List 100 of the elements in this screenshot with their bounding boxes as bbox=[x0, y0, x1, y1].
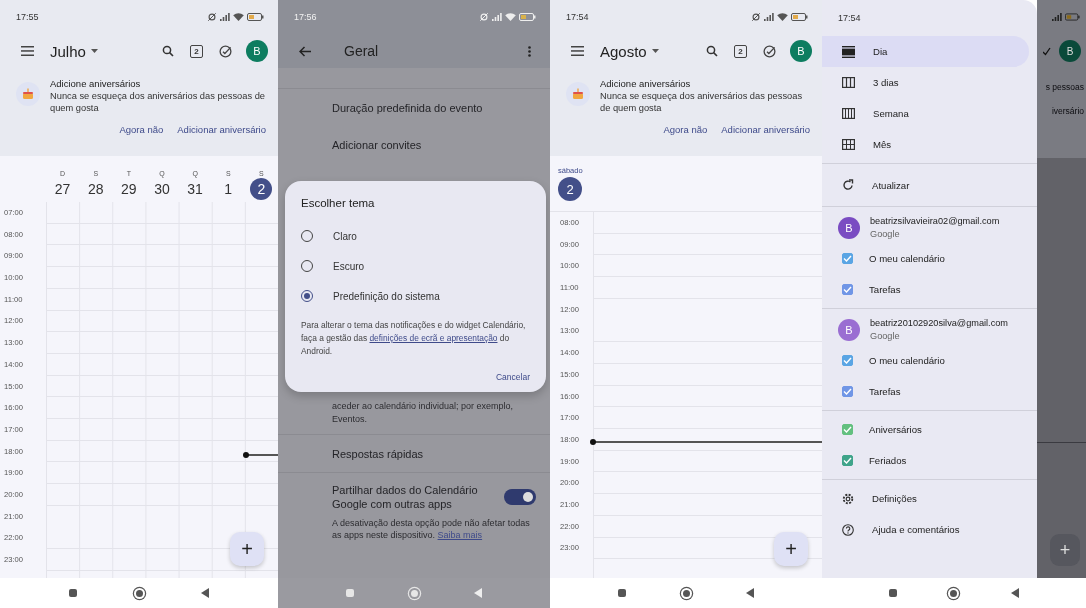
calendar-label[interactable]: Tarefas bbox=[869, 386, 901, 397]
account-avatar[interactable]: B bbox=[790, 40, 812, 62]
settings-item[interactable]: Adicionar convites bbox=[278, 126, 550, 163]
refresh-option[interactable]: Atualizar bbox=[822, 167, 1037, 203]
menu-icon bbox=[570, 46, 584, 56]
calendar-checkbox[interactable] bbox=[842, 386, 853, 397]
calendar-checkbox[interactable] bbox=[842, 355, 853, 366]
date-number[interactable]: 27 bbox=[51, 178, 74, 200]
view-option[interactable]: 3 dias bbox=[822, 67, 1037, 98]
dimmed-text: s pessoas bbox=[1045, 82, 1085, 92]
calendar-label[interactable]: O meu calendário bbox=[869, 355, 945, 366]
dialog-note: Para alterar o tema das notificações e do widget Calendário, faça a gestão das definições de ecrã e apresentação do Android. bbox=[301, 319, 527, 359]
month-selector[interactable]: Julho bbox=[50, 42, 98, 60]
help-icon bbox=[842, 523, 854, 536]
dimmed-text: iversário bbox=[1051, 106, 1085, 116]
today-button[interactable]: 2 bbox=[190, 44, 203, 58]
account-provider: Google bbox=[870, 331, 901, 341]
date-number[interactable]: 1 bbox=[217, 178, 240, 200]
settings-icon bbox=[842, 492, 854, 505]
caret-icon bbox=[90, 49, 98, 53]
check-circle-icon bbox=[218, 44, 232, 58]
muted-icon bbox=[479, 12, 489, 22]
battery-icon bbox=[1065, 13, 1080, 21]
banner-action-button[interactable]: Adicionar aniversário bbox=[721, 124, 810, 136]
columns-icon bbox=[842, 77, 855, 88]
signal-icon bbox=[1052, 13, 1062, 21]
banner-action-button[interactable]: Agora não bbox=[663, 124, 708, 136]
banner-text: Nunca se esqueça dos aniversários das pessoas de quem gosta bbox=[50, 91, 266, 115]
banner-text: Nunca se esqueça dos aniversários das pessoas de quem gosta bbox=[600, 91, 804, 115]
create-event-button[interactable]: + bbox=[230, 532, 264, 566]
today-button[interactable]: 2 bbox=[734, 44, 747, 58]
more-options-icon bbox=[527, 45, 531, 57]
back-icon bbox=[201, 588, 209, 598]
calendar-checkbox[interactable] bbox=[842, 284, 853, 295]
search-icon bbox=[706, 45, 718, 57]
create-event-button[interactable]: + bbox=[774, 532, 808, 566]
columns-icon bbox=[842, 108, 855, 119]
view-option[interactable]: Semana bbox=[822, 98, 1037, 129]
banner-title: Adicione aniversários bbox=[50, 78, 142, 89]
dialog-title: Escolher tema bbox=[301, 197, 376, 209]
calendar-checkbox[interactable] bbox=[842, 253, 853, 264]
wifi-icon bbox=[777, 13, 788, 21]
account-avatar[interactable]: B bbox=[246, 40, 268, 62]
status-time: 17:54 bbox=[838, 13, 861, 23]
status-time: 17:54 bbox=[566, 12, 589, 22]
battery-icon bbox=[791, 13, 808, 21]
wifi-icon bbox=[505, 13, 516, 21]
view-option[interactable]: Mês bbox=[822, 129, 1037, 160]
status-time: 17:56 bbox=[294, 12, 317, 22]
back-arrow-icon bbox=[299, 45, 311, 57]
menu-icon bbox=[20, 46, 34, 56]
option-label[interactable]: Predefinição do sistema bbox=[333, 290, 440, 302]
signal-icon bbox=[220, 13, 230, 21]
account-email: beatrizsilvavieira02@gmail.com bbox=[870, 216, 1000, 226]
check-circle-icon bbox=[762, 44, 776, 58]
view-option[interactable]: Dia bbox=[822, 36, 1029, 67]
month-selector[interactable]: Agosto bbox=[600, 42, 659, 60]
cancel-button[interactable]: Cancelar bbox=[495, 372, 530, 383]
account-avatar: B bbox=[838, 318, 860, 341]
wifi-icon bbox=[233, 13, 244, 21]
calendar-checkbox[interactable] bbox=[842, 424, 853, 435]
search-icon bbox=[162, 45, 174, 57]
account-avatar: B bbox=[1059, 40, 1081, 62]
date-number[interactable]: 28 bbox=[84, 178, 107, 200]
help-option[interactable]: Ajuda e comentários bbox=[822, 514, 1037, 545]
toggle-switch[interactable] bbox=[504, 489, 536, 506]
date-number[interactable]: 2 bbox=[250, 178, 273, 200]
settings-option[interactable]: Definições bbox=[822, 483, 1037, 514]
back-icon bbox=[1011, 588, 1020, 598]
refresh-icon bbox=[842, 179, 854, 191]
banner-action-button[interactable]: Adicionar aniversário bbox=[177, 124, 266, 136]
calendar-label[interactable]: Feriados bbox=[869, 455, 907, 466]
signal-icon bbox=[764, 13, 774, 21]
signal-icon bbox=[492, 13, 502, 21]
settings-description: aceder ao calendário individual; por exemplo, Eventos. bbox=[331, 400, 515, 427]
day-view-icon bbox=[842, 45, 855, 58]
banner-title: Adicione aniversários bbox=[600, 78, 692, 89]
calendar-label[interactable]: O meu calendário bbox=[869, 253, 945, 264]
banner-action-button[interactable]: Agora não bbox=[119, 124, 164, 136]
status-time: 17:55 bbox=[16, 12, 39, 22]
display-settings-link[interactable]: definições de ecrã e apresentação bbox=[369, 333, 498, 343]
date-number[interactable]: 2 bbox=[558, 177, 582, 201]
muted-icon bbox=[751, 12, 761, 22]
date-number[interactable]: 30 bbox=[151, 178, 173, 200]
date-number[interactable]: 29 bbox=[117, 178, 140, 200]
current-time-line bbox=[246, 454, 278, 456]
check-icon bbox=[1043, 46, 1051, 56]
date-number[interactable]: 31 bbox=[184, 178, 207, 200]
back-icon bbox=[474, 588, 482, 598]
setting-note: A desativação desta opção pode não afetar todas as apps neste dispositivo. Saiba mais bbox=[332, 516, 531, 541]
cake-icon bbox=[566, 82, 590, 106]
muted-icon bbox=[207, 12, 217, 22]
settings-item[interactable]: Duração predefinida do evento bbox=[278, 89, 550, 126]
calendar-label[interactable]: Tarefas bbox=[869, 284, 901, 295]
calendar-checkbox[interactable] bbox=[842, 455, 853, 466]
option-label[interactable]: Escuro bbox=[333, 260, 365, 272]
caret-icon bbox=[651, 49, 659, 53]
setting-label: Partilhar dados do Calendário Google com outras apps bbox=[332, 483, 479, 512]
option-label[interactable]: Claro bbox=[333, 230, 357, 242]
calendar-label[interactable]: Aniversários bbox=[869, 424, 922, 435]
